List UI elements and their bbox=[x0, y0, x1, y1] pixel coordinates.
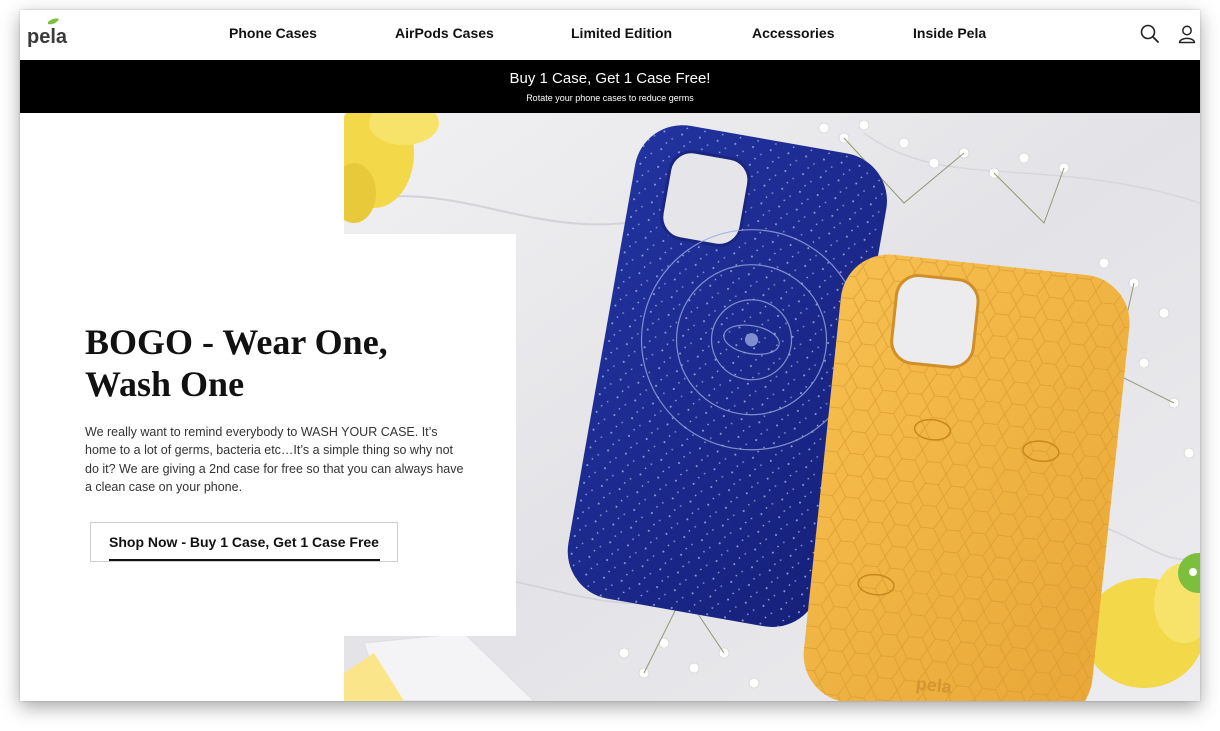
svg-text:pela: pela bbox=[915, 673, 954, 697]
shop-now-label: Shop Now - Buy 1 Case, Get 1 Case Free bbox=[109, 534, 379, 550]
main-nav: Phone Cases AirPods Cases Limited Editio… bbox=[20, 10, 1200, 60]
nav-limited-edition[interactable]: Limited Edition bbox=[571, 25, 672, 41]
browser-page: pela Phone Cases AirPods Cases Limited E… bbox=[20, 10, 1200, 701]
account-icon[interactable] bbox=[1176, 23, 1198, 45]
promo-title: Buy 1 Case, Get 1 Case Free! bbox=[509, 70, 711, 87]
chat-dot bbox=[1189, 568, 1197, 576]
search-icon[interactable] bbox=[1139, 23, 1161, 45]
shop-now-underline bbox=[109, 559, 380, 561]
hero-title-line1: BOGO - Wear One, bbox=[85, 322, 388, 362]
shop-now-button[interactable]: Shop Now - Buy 1 Case, Get 1 Case Free bbox=[90, 522, 398, 562]
promo-banner[interactable]: Buy 1 Case, Get 1 Case Free! Rotate your… bbox=[20, 60, 1200, 113]
hero-title-line2: Wash One bbox=[85, 364, 245, 404]
nav-airpods-cases[interactable]: AirPods Cases bbox=[395, 25, 494, 41]
site-header: pela Phone Cases AirPods Cases Limited E… bbox=[20, 10, 1200, 60]
hero-title: BOGO - Wear One, Wash One bbox=[85, 321, 485, 405]
nav-accessories[interactable]: Accessories bbox=[752, 25, 835, 41]
nav-inside-pela[interactable]: Inside Pela bbox=[913, 25, 986, 41]
promo-subtitle: Rotate your phone cases to reduce germs bbox=[526, 93, 694, 103]
hero-section: pela BOGO - Wear One, Wash One We really… bbox=[20, 113, 1200, 701]
hero-body-text: We really want to remind everybody to WA… bbox=[85, 425, 464, 494]
nav-phone-cases[interactable]: Phone Cases bbox=[229, 25, 317, 41]
